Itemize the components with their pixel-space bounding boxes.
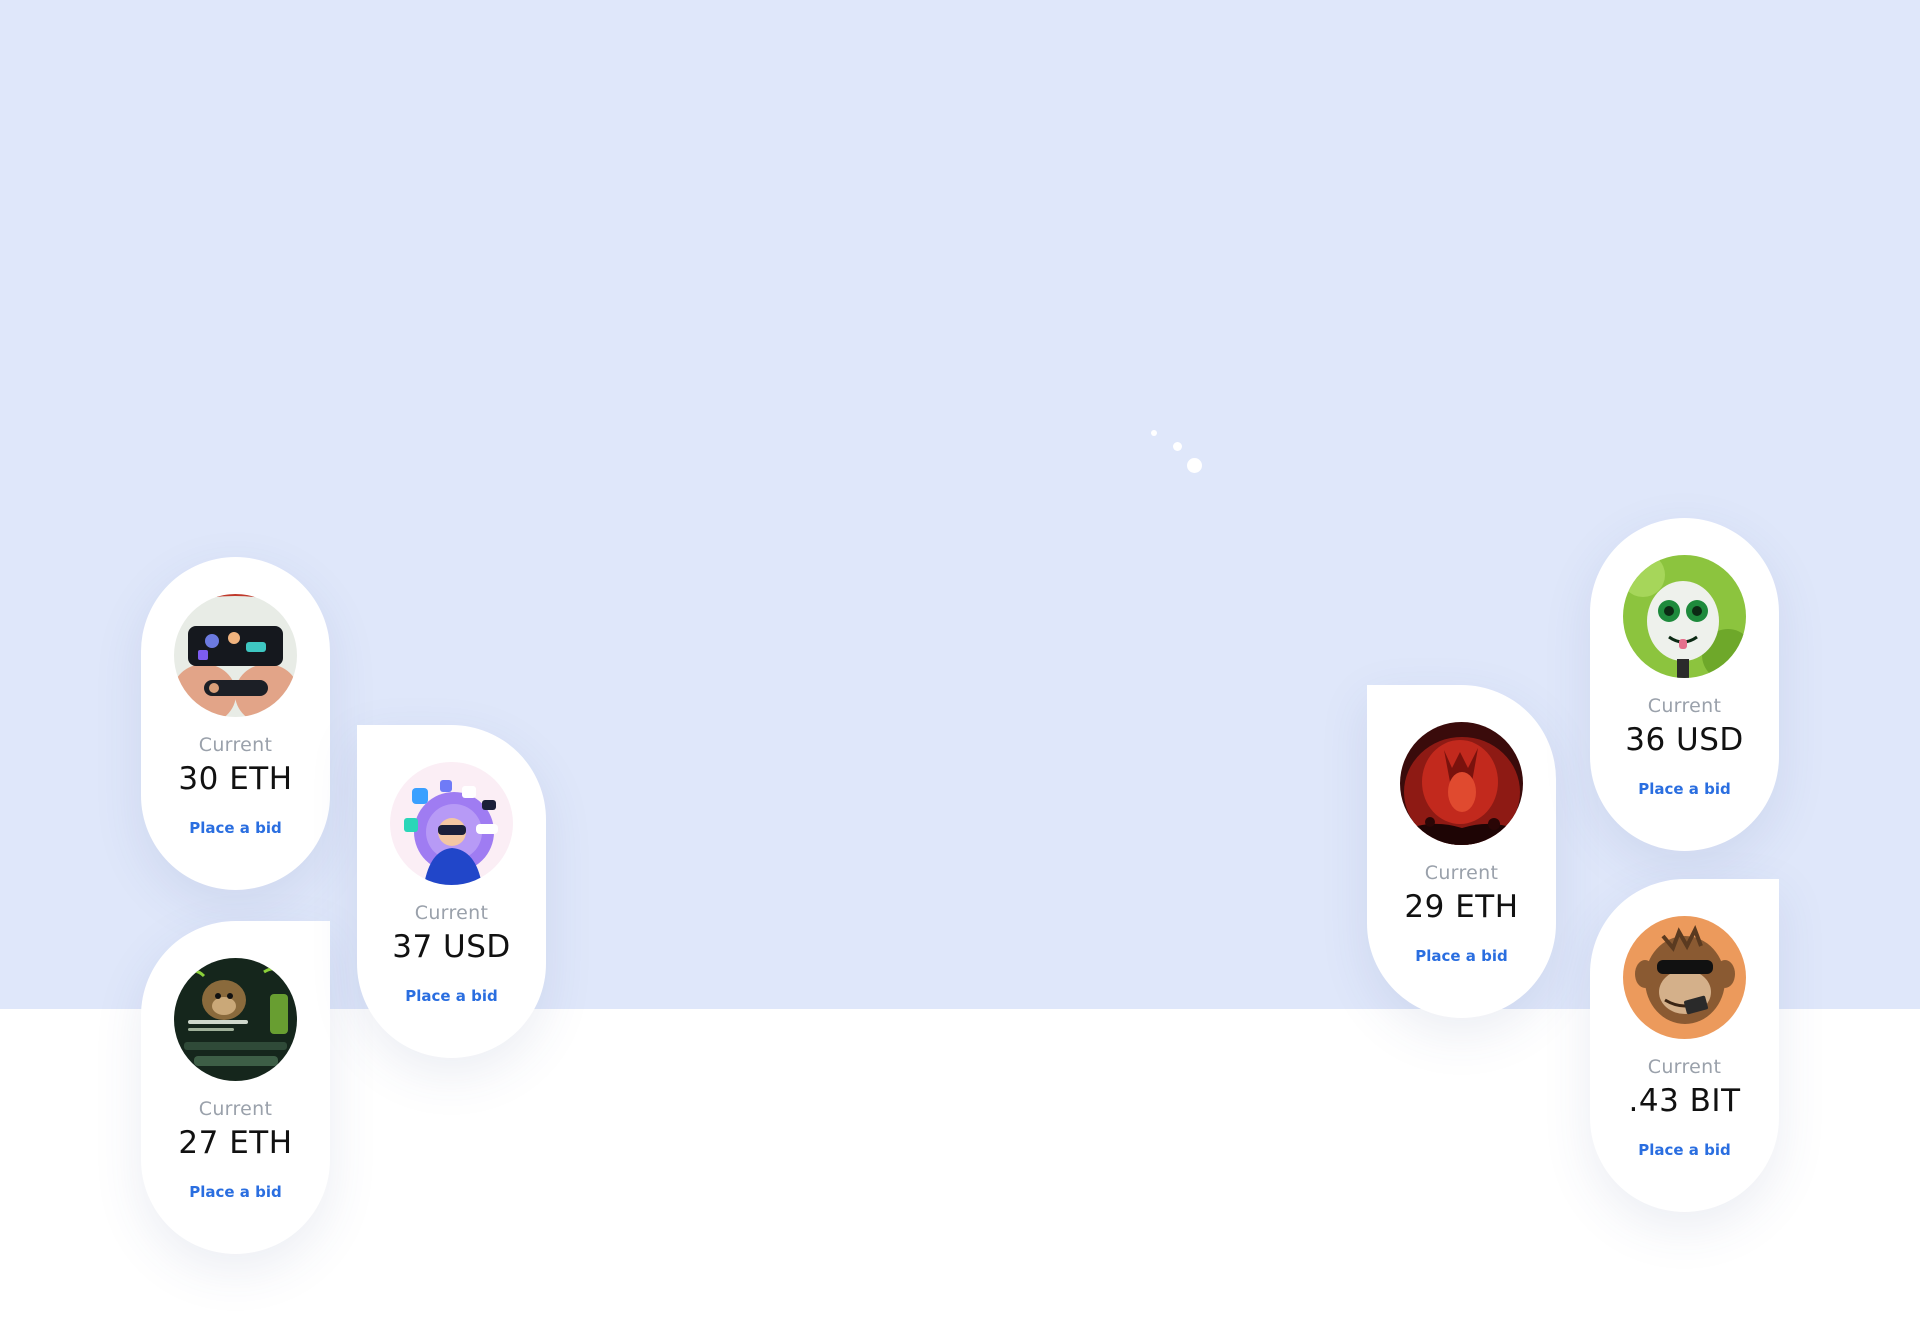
- bid-amount: 29 ETH: [1404, 889, 1519, 925]
- nft-image-vr-phone[interactable]: [174, 594, 297, 717]
- bid-amount: .43 BIT: [1628, 1083, 1741, 1119]
- current-label: Current: [1647, 1056, 1722, 1078]
- nft-image-green-monster[interactable]: [1623, 555, 1746, 678]
- loader-dot: [1151, 430, 1157, 436]
- loader-dot: [1187, 458, 1202, 473]
- current-label: Current: [198, 734, 273, 756]
- current-label: Current: [1424, 862, 1499, 884]
- nft-image-red-demon[interactable]: [1400, 722, 1523, 845]
- bid-card: Current 37 USD Place a bid: [357, 725, 546, 1058]
- loader-dot: [1173, 442, 1182, 451]
- nft-image-ape-marketplace[interactable]: [174, 958, 297, 1081]
- current-label: Current: [198, 1098, 273, 1120]
- bid-card: Current 27 ETH Place a bid: [141, 921, 330, 1254]
- bid-card: Current 29 ETH Place a bid: [1367, 685, 1556, 1018]
- place-bid-link[interactable]: Place a bid: [357, 987, 546, 1005]
- nft-image-bored-ape[interactable]: [1623, 916, 1746, 1039]
- bid-card: Current .43 BIT Place a bid: [1590, 879, 1779, 1212]
- place-bid-link[interactable]: Place a bid: [141, 1183, 330, 1201]
- place-bid-link[interactable]: Place a bid: [1590, 1141, 1779, 1159]
- place-bid-link[interactable]: Place a bid: [141, 819, 330, 837]
- bid-amount: 27 ETH: [178, 1125, 293, 1161]
- nft-image-vr-headset-person[interactable]: [390, 762, 513, 885]
- bid-card: Current 36 USD Place a bid: [1590, 518, 1779, 851]
- place-bid-link[interactable]: Place a bid: [1590, 780, 1779, 798]
- bid-card: Current 30 ETH Place a bid: [141, 557, 330, 890]
- bid-amount: 30 ETH: [178, 761, 293, 797]
- bid-amount: 36 USD: [1625, 722, 1744, 758]
- current-label: Current: [1647, 695, 1722, 717]
- bid-amount: 37 USD: [392, 929, 511, 965]
- current-label: Current: [414, 902, 489, 924]
- place-bid-link[interactable]: Place a bid: [1367, 947, 1556, 965]
